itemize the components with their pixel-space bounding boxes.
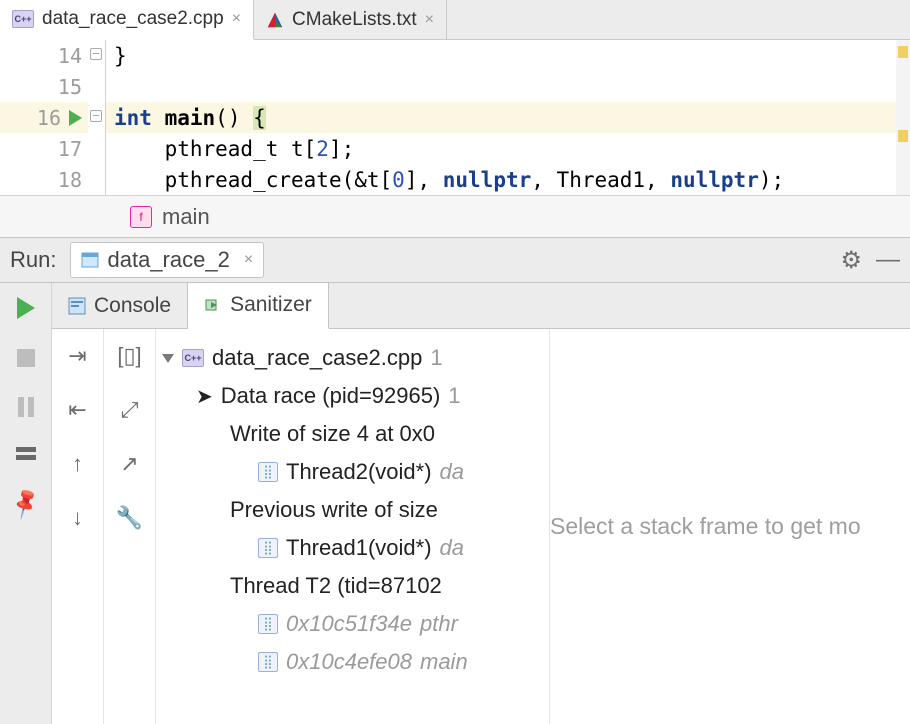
layout-button[interactable] <box>16 447 36 461</box>
tab-label: Console <box>94 294 171 318</box>
chevron-down-icon[interactable] <box>162 354 174 363</box>
tree-prev-write-node[interactable]: Previous write of size <box>162 491 543 529</box>
down-icon[interactable]: ↓ <box>72 505 83 531</box>
line-number: 18 <box>58 168 82 192</box>
tree-race-node[interactable]: ➤ Data race (pid=92965) 1 <box>162 377 543 415</box>
tree-label-secondary: pthr <box>420 611 458 637</box>
code-editor[interactable]: 14 15 16 17 18 –} –int main() { pthread_… <box>0 40 910 195</box>
warning-marker[interactable] <box>898 46 908 58</box>
sanitizer-icon <box>204 296 222 314</box>
editor-tab-bar: data_race_case2.cpp × CMakeLists.txt × <box>0 0 910 40</box>
tree-label-secondary: main <box>420 649 468 675</box>
editor-tab-inactive[interactable]: CMakeLists.txt × <box>254 0 447 39</box>
tree-frame-node[interactable]: Thread2(void*) da <box>162 453 543 491</box>
sanitizer-tree[interactable]: data_race_case2.cpp 1 ➤ Data race (pid=9… <box>156 329 550 724</box>
breadcrumb: f main <box>0 195 910 237</box>
close-icon[interactable]: × <box>232 10 241 28</box>
up-icon[interactable]: ↑ <box>72 451 83 477</box>
tree-label: Write of size 4 at 0x0 <box>230 421 435 447</box>
editor-gutter: 14 15 16 17 18 <box>0 40 88 195</box>
run-line-icon[interactable] <box>69 110 82 126</box>
run-label: Run: <box>10 247 56 273</box>
run-panel-tabs: Console Sanitizer <box>52 283 910 329</box>
run-config-name: data_race_2 <box>107 247 229 273</box>
tree-frame-node[interactable]: 0x10c51f34e pthr <box>162 605 543 643</box>
frame-detail-pane: Select a stack frame to get mo <box>550 329 910 724</box>
run-tool-window-header: Run: data_race_2 × ⚙ — <box>0 237 910 283</box>
editor-tab-active[interactable]: data_race_case2.cpp × <box>0 0 254 40</box>
line-number: 17 <box>58 137 82 161</box>
count-badge: 1 <box>430 345 442 371</box>
collapse-all-icon[interactable]: ⇤ <box>68 397 86 423</box>
tree-file-node[interactable]: data_race_case2.cpp 1 <box>162 339 543 377</box>
gear-icon[interactable]: ⚙ <box>840 246 862 275</box>
tree-address: 0x10c51f34e <box>286 611 412 637</box>
stop-button[interactable] <box>17 349 35 367</box>
stack-frame-icon <box>258 538 278 558</box>
fold-icon[interactable]: – <box>90 110 102 122</box>
warning-marker[interactable] <box>898 130 908 142</box>
tree-label: Thread2(void*) <box>286 459 432 485</box>
stack-frame-icon <box>258 462 278 482</box>
rerun-button[interactable] <box>17 297 35 319</box>
close-icon[interactable]: × <box>244 251 253 269</box>
editor-tab-label: data_race_case2.cpp <box>42 8 224 30</box>
tree-frame-node[interactable]: 0x10c4efe08 main <box>162 643 543 681</box>
tree-thread-node[interactable]: Thread T2 (tid=87102 <box>162 567 543 605</box>
wrench-icon[interactable]: 🔧 <box>116 505 143 531</box>
open-icon[interactable]: ↗ <box>120 451 138 477</box>
tree-address: 0x10c4efe08 <box>286 649 412 675</box>
pause-button[interactable] <box>18 397 34 417</box>
tree-label: Thread T2 (tid=87102 <box>230 573 442 599</box>
expand-all-icon[interactable]: ⇥ <box>68 343 86 369</box>
marker-stripe <box>896 40 910 195</box>
stack-frame-icon <box>258 614 278 634</box>
fold-icon[interactable]: – <box>90 48 102 60</box>
application-icon <box>81 251 99 269</box>
pin-icon[interactable]: 📌 <box>7 486 44 522</box>
tree-label: Previous write of size <box>230 497 438 523</box>
frames-icon[interactable]: [▯] <box>117 343 141 369</box>
minimize-icon[interactable]: — <box>876 246 900 274</box>
export-icon[interactable]: ⤢ <box>121 397 139 423</box>
editor-tab-label: CMakeLists.txt <box>292 9 417 31</box>
cpp-file-icon <box>12 10 34 28</box>
tree-label: Data race (pid=92965) <box>221 383 441 409</box>
placeholder-text: Select a stack frame to get mo <box>550 513 861 540</box>
cursor-icon: ➤ <box>196 384 213 409</box>
line-number: 16 <box>37 106 61 130</box>
count-badge: 1 <box>448 383 460 409</box>
cmake-file-icon <box>266 11 284 29</box>
run-config-tab[interactable]: data_race_2 × <box>70 242 264 278</box>
tab-label: Sanitizer <box>230 293 312 317</box>
code-area[interactable]: –} –int main() { pthread_t t[2]; pthread… <box>106 40 910 195</box>
tree-label: Thread1(void*) <box>286 535 432 561</box>
line-number: 14 <box>58 44 82 68</box>
tree-write-node[interactable]: Write of size 4 at 0x0 <box>162 415 543 453</box>
console-icon <box>68 297 86 315</box>
tree-label: data_race_case2.cpp <box>212 345 422 371</box>
tab-console[interactable]: Console <box>52 283 188 328</box>
tab-sanitizer[interactable]: Sanitizer <box>188 283 329 329</box>
tree-label-secondary: da <box>440 535 464 561</box>
tree-label-secondary: da <box>440 459 464 485</box>
tree-toolbar-1: ⇥ ⇤ ↑ ↓ <box>52 329 104 724</box>
tree-frame-node[interactable]: Thread1(void*) da <box>162 529 543 567</box>
tree-toolbar-2: [▯] ⤢ ↗ 🔧 <box>104 329 156 724</box>
run-tool-window-body: 📌 Console Sanitizer ⇥ ⇤ ↑ ↓ <box>0 283 910 724</box>
breadcrumb-function[interactable]: main <box>162 204 210 230</box>
cpp-file-icon <box>182 349 204 367</box>
line-number: 15 <box>58 75 82 99</box>
close-icon[interactable]: × <box>425 11 434 29</box>
stack-frame-icon <box>258 652 278 672</box>
function-icon: f <box>130 206 152 228</box>
run-actions-toolbar: 📌 <box>0 283 52 724</box>
